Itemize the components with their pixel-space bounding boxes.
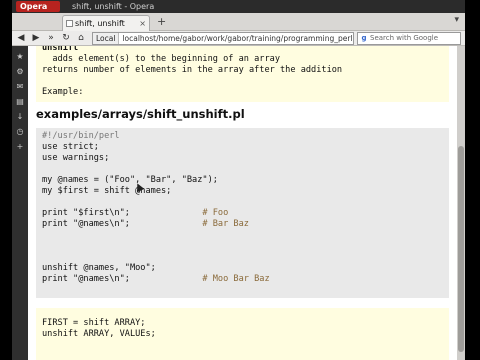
download-icon[interactable]: ↓ xyxy=(15,112,25,122)
opera-menu-button[interactable]: Opera xyxy=(16,1,60,12)
code-comment: # Bar Baz xyxy=(202,219,249,229)
back-icon[interactable]: ◀ xyxy=(15,32,27,44)
search-field[interactable]: g Search with Google xyxy=(357,32,461,45)
code-line: print "@names\n"; # Bar Baz xyxy=(42,219,249,229)
intro-box: unshift adds element(s) to the beginning… xyxy=(36,46,449,102)
intro-text: unshift adds element(s) to the beginning… xyxy=(42,46,342,98)
window-title: shift, unshift - Opera xyxy=(72,2,155,11)
code-line: use strict; xyxy=(42,142,99,152)
code-line: my @names = ("Foo", "Bar", "Baz"); xyxy=(42,175,218,185)
page-icon xyxy=(66,20,73,27)
intro-line: adds element(s) to the beginning of an a… xyxy=(42,54,280,64)
vertical-scrollbar[interactable] xyxy=(457,46,465,360)
code-line: unshift @names, "Moo"; xyxy=(42,263,156,273)
reload-icon[interactable]: ↻ xyxy=(60,32,72,44)
title-bar: Opera shift, unshift - Opera xyxy=(12,0,465,13)
new-tab-button[interactable]: + xyxy=(157,15,171,29)
video-frame: Opera shift, unshift - Opera shift, unsh… xyxy=(0,0,480,360)
address-bar[interactable]: Local localhost/home/gabor/work/gabor/tra… xyxy=(92,32,354,45)
close-tab-icon[interactable]: × xyxy=(139,16,146,31)
local-badge: Local xyxy=(93,33,120,44)
tab-bar: shift, unshift × + ▾ xyxy=(12,13,465,31)
plus-icon[interactable]: + xyxy=(15,142,25,152)
syntax-box: FIRST = shift ARRAY; unshift ARRAY, VALU… xyxy=(36,308,449,360)
google-icon: g xyxy=(361,34,367,42)
code-text: #!/usr/bin/perl use strict; use warnings… xyxy=(42,131,270,285)
code-line: #!/usr/bin/perl xyxy=(42,131,120,141)
code-line: use warnings; xyxy=(42,153,110,163)
notes-icon[interactable]: ▤ xyxy=(15,97,25,107)
intro-line: unshift xyxy=(42,46,79,53)
window-controls[interactable]: ▾ xyxy=(454,15,459,25)
page-content: unshift adds element(s) to the beginning… xyxy=(28,46,457,360)
tab-shift-unshift[interactable]: shift, unshift × xyxy=(62,15,150,31)
star-icon[interactable]: ★ xyxy=(15,52,25,62)
syntax-line: FIRST = shift ARRAY; xyxy=(42,318,146,328)
forward-icon[interactable]: ▶ xyxy=(30,32,42,44)
syntax-text: FIRST = shift ARRAY; unshift ARRAY, VALU… xyxy=(42,318,156,340)
address-text[interactable]: localhost/home/gabor/work/gabor/training… xyxy=(119,34,352,43)
history-icon[interactable]: ◷ xyxy=(15,127,25,137)
fast-forward-icon[interactable]: » xyxy=(45,32,57,44)
gear-icon[interactable]: ⚙ xyxy=(15,67,25,77)
code-comment: # Moo Bar Baz xyxy=(202,274,270,284)
browser-window: Opera shift, unshift - Opera shift, unsh… xyxy=(12,0,465,360)
scrollbar-thumb[interactable] xyxy=(458,146,464,352)
navigation-toolbar: ◀ ▶ » ↻ ⌂ Local localhost/home/gabor/work… xyxy=(12,31,465,46)
code-line: print "$first\n"; # Foo xyxy=(42,208,229,218)
intro-line: returns number of elements in the array … xyxy=(42,65,343,75)
mail-icon[interactable]: ✉ xyxy=(15,82,25,92)
tab-title: shift, unshift xyxy=(75,19,125,28)
code-block: #!/usr/bin/perl use strict; use warnings… xyxy=(36,128,449,298)
home-icon[interactable]: ⌂ xyxy=(75,32,87,44)
intro-line: Example: xyxy=(42,87,84,97)
search-placeholder: Search with Google xyxy=(370,34,439,42)
code-line: print "@names\n"; # Moo Bar Baz xyxy=(42,274,270,284)
code-comment: # Foo xyxy=(202,208,229,218)
syntax-line: unshift ARRAY, VALUEs; xyxy=(42,329,156,339)
code-line: my $first = shift @names; xyxy=(42,186,172,196)
example-heading: examples/arrays/shift_unshift.pl xyxy=(36,107,245,121)
sidebar-panel: ★ ⚙ ✉ ▤ ↓ ◷ + xyxy=(12,46,28,360)
